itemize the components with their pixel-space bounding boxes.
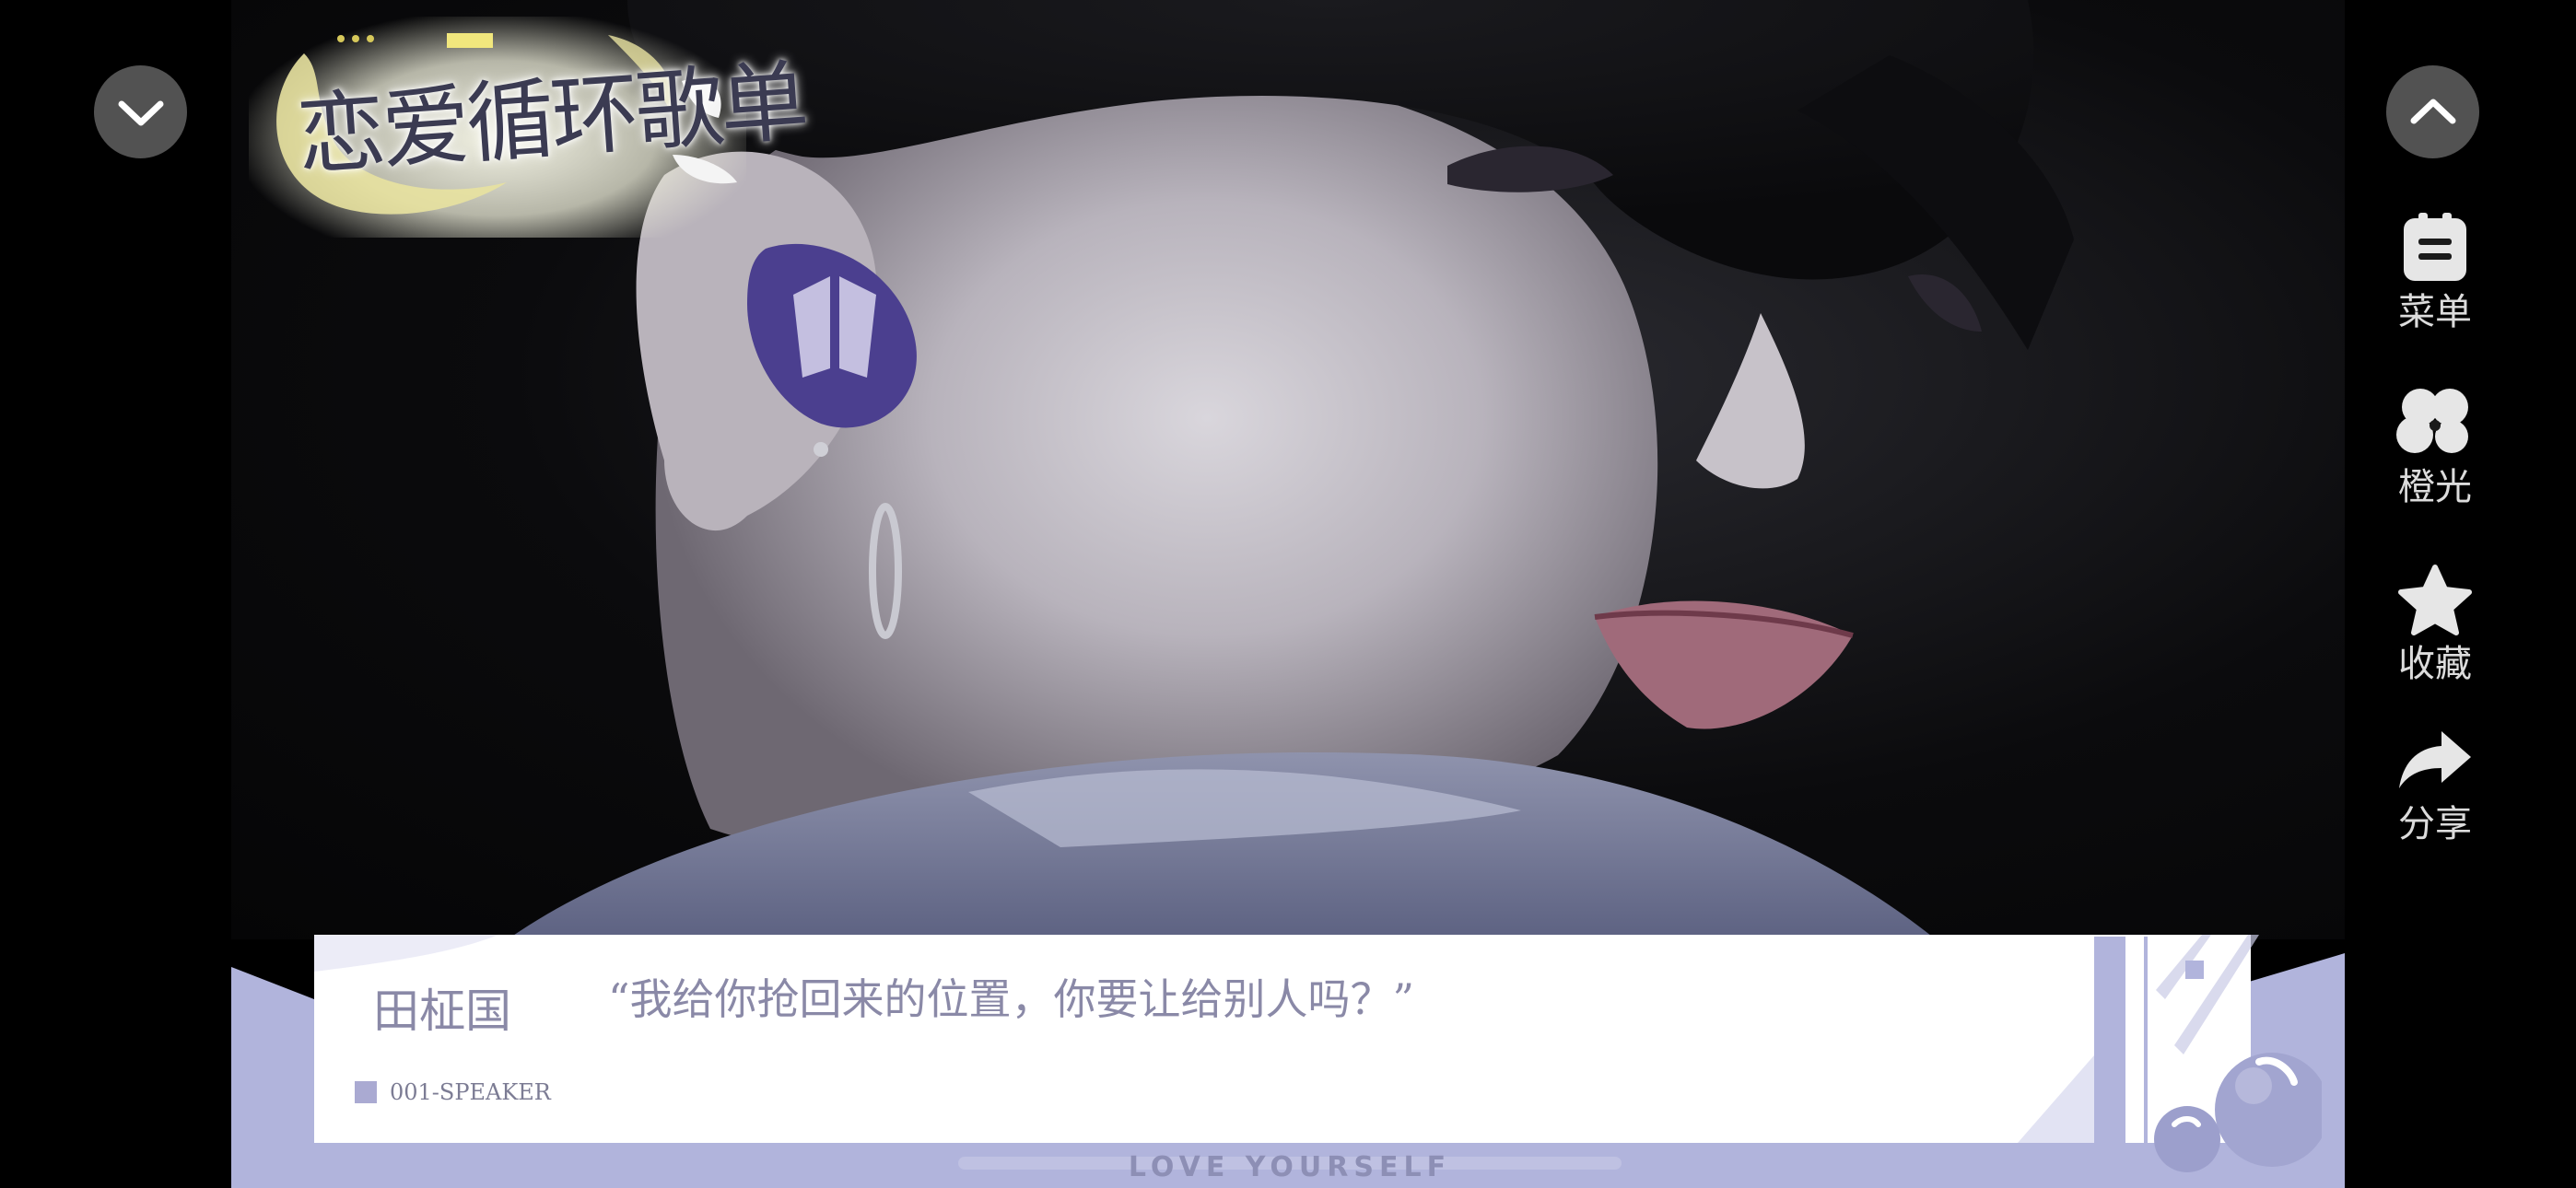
speaker-name: 田柾国 bbox=[373, 984, 511, 1038]
share-label: 分享 bbox=[2398, 803, 2472, 845]
chevron-up-icon bbox=[2410, 99, 2455, 123]
favorite-button[interactable]: 收藏 bbox=[2377, 560, 2493, 685]
bubble-large-icon bbox=[2215, 1053, 2329, 1167]
orange-light-button[interactable]: 橙光 bbox=[2377, 383, 2493, 508]
chevron-down-icon bbox=[118, 100, 163, 125]
square-bullet-icon bbox=[355, 1081, 377, 1103]
collapse-button[interactable] bbox=[94, 65, 187, 158]
menu-button[interactable]: 菜单 bbox=[2377, 208, 2493, 333]
orange-light-icon bbox=[2396, 389, 2468, 453]
speaker-tag: 001-SPEAKER bbox=[355, 1079, 551, 1105]
expand-button[interactable] bbox=[2386, 65, 2479, 158]
dialog-box[interactable] bbox=[314, 935, 2251, 1143]
dialog-decoration bbox=[2018, 935, 2329, 1188]
share-button[interactable]: 分享 bbox=[2377, 720, 2493, 845]
star-icon bbox=[2398, 565, 2472, 635]
footer-tagline: LOVE YOURSELF bbox=[958, 1147, 1622, 1188]
bubble-small-icon bbox=[2154, 1106, 2220, 1172]
menu-label: 菜单 bbox=[2398, 291, 2472, 333]
game-screen: 恋爱循环歌单 菜单 橙光 收藏 分享 田柾国 001-SPEAKER “我给你抢… bbox=[0, 0, 2576, 1188]
favorite-label: 收藏 bbox=[2398, 643, 2472, 685]
orange-light-label: 橙光 bbox=[2398, 466, 2472, 508]
playlist-title-badge: 恋爱循环歌单 bbox=[249, 17, 808, 238]
share-icon bbox=[2399, 731, 2471, 788]
menu-icon bbox=[2404, 213, 2466, 281]
dialog-text: “我给你抢回来的位置，你要让给别人吗？” bbox=[608, 974, 1415, 1024]
